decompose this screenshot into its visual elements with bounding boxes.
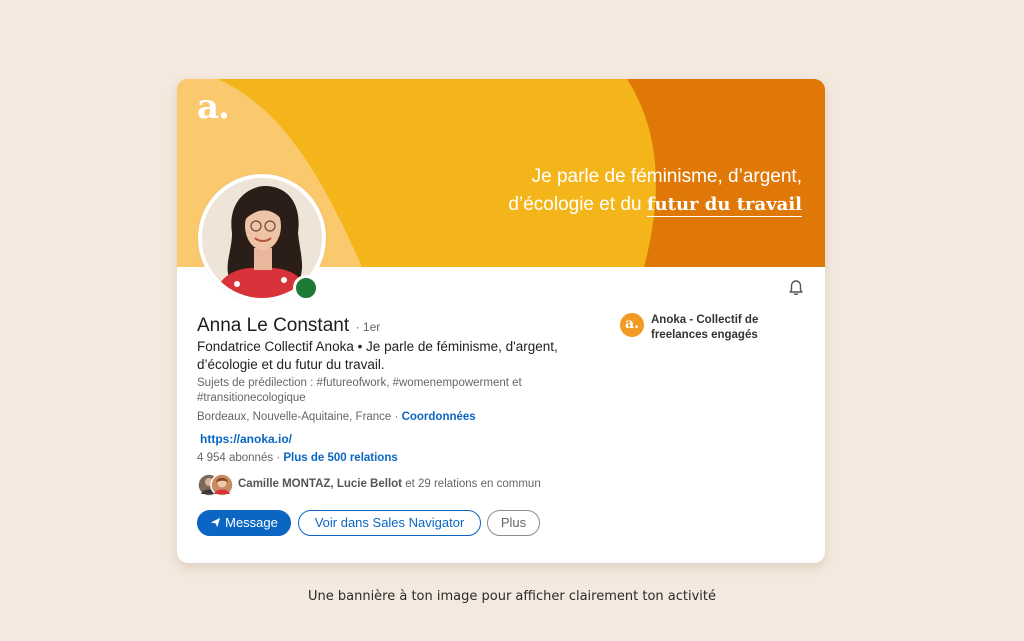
mutual-avatars — [197, 473, 234, 497]
more-button[interactable]: Plus — [487, 510, 540, 536]
profile-headline: Fondatrice Collectif Anoka • Je parle de… — [197, 339, 558, 372]
send-icon — [211, 517, 221, 528]
profile-card: a. Je parle de féminisme, d’argent, d’éc… — [177, 79, 825, 563]
anoka-logo: a. — [197, 87, 230, 127]
contact-info-link[interactable]: Coordonnées — [402, 411, 476, 423]
message-button[interactable]: Message — [197, 510, 291, 536]
message-button-label: Message — [225, 515, 278, 530]
bell-icon[interactable] — [787, 279, 805, 297]
profile-location: Bordeaux, Nouvelle-Aquitaine, France · — [197, 411, 402, 423]
mutual-connections-text: Camille MONTAZ, Lucie Bellot et 29 relat… — [238, 478, 541, 490]
online-status-badge — [293, 275, 319, 301]
connections-link[interactable]: Plus de 500 relations — [283, 452, 397, 464]
mutual-names: Camille MONTAZ, Lucie Bellot — [238, 478, 402, 490]
company-name: Anoka - Collectif de freelances engagés — [651, 314, 759, 341]
location-row: Bordeaux, Nouvelle-Aquitaine, France · C… — [197, 411, 476, 423]
company-logo: a. — [620, 313, 644, 337]
name-row: Anna Le Constant · 1er — [197, 315, 380, 337]
page-caption: Une bannière à ton image pour afficher c… — [307, 589, 716, 604]
current-company[interactable]: a. Anoka - Collectif de freelances engag… — [620, 312, 800, 346]
tagline-line-2: d’écologie et du futur du travail — [508, 191, 802, 219]
followers-count: 4 954 abonnés — [197, 452, 274, 464]
profile-name: Anna Le Constant — [197, 315, 350, 336]
profile-topics: Sujets de prédilection : #futureofwork, … — [197, 377, 522, 404]
sales-navigator-button[interactable]: Voir dans Sales Navigator — [298, 510, 481, 536]
tagline-emphasis: futur du travail — [646, 194, 802, 217]
website-link[interactable]: https://anoka.io/ — [200, 432, 292, 446]
mutual-suffix: et 29 relations en commun — [402, 478, 541, 490]
stats-separator: · — [273, 452, 284, 464]
banner-tagline: Je parle de féminisme, d’argent, d’écolo… — [508, 163, 802, 219]
tagline-line-2-prefix: d’écologie et du — [508, 194, 647, 215]
stats-row: 4 954 abonnés · Plus de 500 relations — [197, 452, 398, 464]
connection-degree: · 1er — [355, 320, 381, 334]
tagline-line-1: Je parle de féminisme, d’argent, — [531, 166, 802, 187]
